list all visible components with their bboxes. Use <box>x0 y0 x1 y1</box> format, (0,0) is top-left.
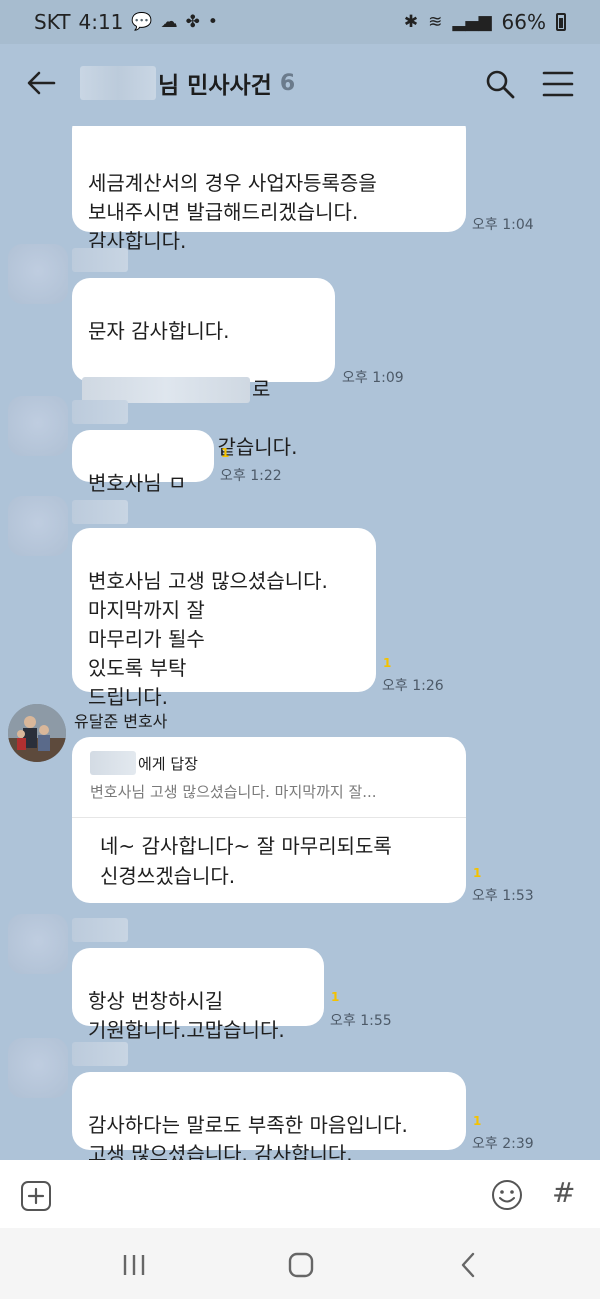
message-time: 오후 1:26 <box>382 678 444 694</box>
chat-area[interactable]: 세금계산서의 경우 사업자등록증을 보내주시면 발급해드리겠습니다. 감사합니다… <box>0 126 600 1160</box>
home-icon[interactable] <box>286 1250 316 1280</box>
message-bubble[interactable]: 항상 번창하시길 기원합니다.고맙습니다. <box>72 948 324 1042</box>
message-text: 네~ 감사합니다~ 잘 마무리되도록 신경쓰겠습니다. <box>100 834 392 888</box>
sender-name: 유달준 변호사 <box>74 712 168 731</box>
message-text: 변호사님 ㅁ <box>88 471 187 495</box>
member-count: 6 <box>279 70 296 96</box>
plus-icon[interactable] <box>20 1180 52 1212</box>
message-bubble[interactable]: 감사하다는 말로도 부족한 마음입니다. 고생 많으셨습니다. 감사합니다. <box>72 1072 466 1160</box>
chat-title: 님 민사사건 <box>158 73 272 99</box>
message-bubble[interactable]: 문자 감사합니다. 로 해 주시면 될것 같습니다. <box>72 278 335 459</box>
message-input-bar[interactable]: # <box>0 1160 600 1228</box>
unread-count: 1 <box>383 656 392 670</box>
bluetooth-icon: ✱ <box>403 12 419 32</box>
unread-count: 1 <box>473 866 482 880</box>
message-time: 오후 1:55 <box>330 1013 392 1029</box>
dot-icon: • <box>207 12 218 32</box>
reply-quote[interactable]: 변호사님 고생 많으셨습니다. 마지막까지 잘... <box>90 781 377 802</box>
back-arrow-icon[interactable] <box>24 66 58 100</box>
redacted-name <box>80 66 156 100</box>
message-text: 감사하다는 말로도 부족한 마음입니다. 고생 많으셨습니다. 감사합니다. <box>88 1113 408 1160</box>
sender-name-redacted <box>72 500 128 524</box>
message-text-line: 로 <box>252 377 271 401</box>
message-time: 오후 2:39 <box>472 1136 534 1152</box>
avatar[interactable] <box>8 704 66 762</box>
message-time: 오후 1:22 <box>220 468 282 484</box>
carrier-label: SKT <box>34 10 71 34</box>
unread-count: 1 <box>331 990 340 1004</box>
message-text-line: 문자 감사합니다. <box>88 319 230 343</box>
talk-notification-icon: 💬 <box>131 12 153 32</box>
cloud-icon: ☁ <box>160 12 178 32</box>
emoji-icon[interactable] <box>490 1178 524 1212</box>
message-text: 변호사님 고생 많으셨습니다. 마지막까지 잘 마무리가 될수 있도록 부탁 드… <box>88 569 328 709</box>
sender-name-redacted <box>72 918 128 942</box>
unread-count: 1 <box>473 1114 482 1128</box>
avatar[interactable] <box>8 1038 68 1098</box>
avatar[interactable] <box>8 914 68 974</box>
unread-count: 1 <box>221 446 230 460</box>
message-time: 오후 1:09 <box>342 370 404 386</box>
reply-message-bubble[interactable]: 에게 답장 변호사님 고생 많으셨습니다. 마지막까지 잘... 네~ 감사합니… <box>72 737 466 903</box>
avatar[interactable] <box>8 496 68 556</box>
sender-name-redacted <box>72 248 128 272</box>
divider <box>72 817 466 818</box>
message-bubble[interactable]: 변호사님 고생 많으셨습니다. 마지막까지 잘 마무리가 될수 있도록 부탁 드… <box>72 528 376 709</box>
message-bubble[interactable]: 세금계산서의 경우 사업자등록증을 보내주시면 발급해드리겠습니다. 감사합니다… <box>72 126 466 253</box>
avatar[interactable] <box>8 244 68 304</box>
back-icon[interactable] <box>454 1250 484 1280</box>
message-bubble[interactable]: 변호사님 ㅁ <box>72 430 214 495</box>
battery-percent: 66% <box>501 10 546 34</box>
avatar[interactable] <box>8 396 68 456</box>
search-icon[interactable] <box>484 68 516 100</box>
profile-photo <box>8 704 66 762</box>
message-time: 오후 1:04 <box>472 217 534 233</box>
message-text: 항상 번창하시길 기원합니다.고맙습니다. <box>88 989 285 1042</box>
menu-icon[interactable] <box>542 70 574 98</box>
reply-to-label: 에게 답장 <box>138 754 198 773</box>
message-time: 오후 1:53 <box>472 888 534 904</box>
system-navigation-bar <box>0 1228 600 1299</box>
redacted-name <box>90 751 136 775</box>
status-bar: SKT 4:11 💬 ☁ ✤ • ✱ ≋ ▂▄▆ 66% <box>0 0 600 44</box>
sender-name-redacted <box>72 1042 128 1066</box>
clock: 4:11 <box>78 10 124 34</box>
chat-title-area[interactable]: 님 민사사건 6 <box>80 66 295 100</box>
sender-name-redacted <box>72 400 128 424</box>
battery-icon <box>556 13 566 31</box>
reply-header: 에게 답장 <box>90 751 198 775</box>
signal-icon: ▂▄▆ <box>452 12 492 32</box>
message-text: 세금계산서의 경우 사업자등록증을 보내주시면 발급해드리겠습니다. 감사합니다… <box>88 171 377 253</box>
wifi-icon: ≋ <box>428 12 443 32</box>
chat-header: 님 민사사건 6 <box>0 44 600 126</box>
recent-apps-icon[interactable] <box>119 1250 149 1280</box>
fan-icon: ✤ <box>185 12 200 32</box>
hash-icon[interactable]: # <box>552 1176 575 1209</box>
